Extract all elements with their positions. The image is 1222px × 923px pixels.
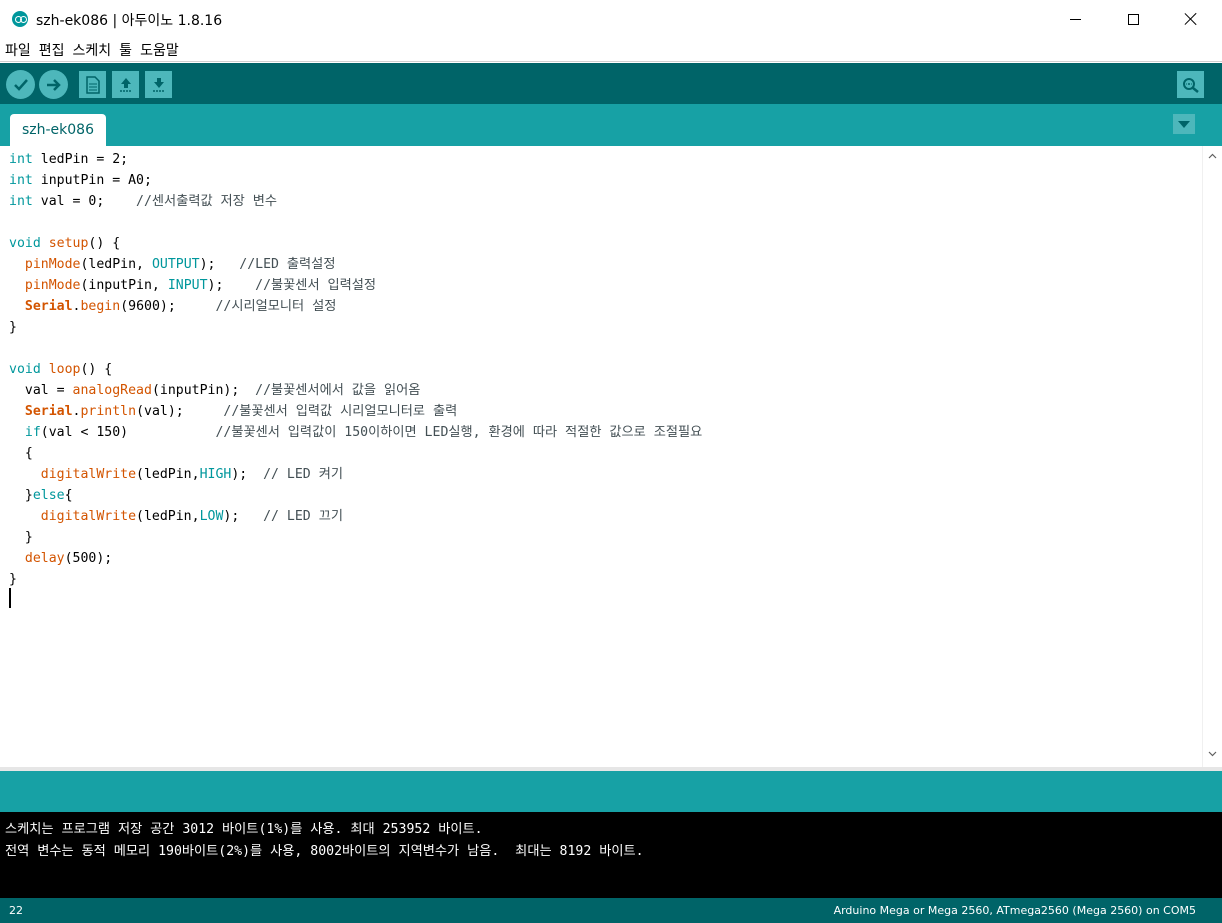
code-line: }else{ [9, 488, 73, 503]
new-button[interactable] [79, 71, 106, 98]
tab-menu-button[interactable] [1173, 114, 1195, 134]
code-line: int val = 0; //센서출력값 저장 변수 [9, 194, 277, 209]
vertical-scrollbar[interactable] [1202, 146, 1222, 767]
menu-help[interactable]: 도움말 [140, 40, 179, 60]
new-icon [85, 75, 100, 94]
code-line: val = analogRead(inputPin); //불꽃센서에서 값을 … [9, 383, 421, 398]
tab-bar: szh-ek086 [0, 104, 1222, 146]
console-line: 전역 변수는 동적 메모리 190바이트(2%)를 사용, 8002바이트의 지… [5, 844, 644, 859]
scroll-down-icon[interactable] [1208, 749, 1217, 758]
code-text: int ledPin = 2; int inputPin = A0; int val… [9, 149, 702, 590]
menu-edit[interactable]: 편집 [39, 40, 65, 60]
maximize-icon [1127, 13, 1139, 25]
code-line: } [9, 530, 33, 545]
line-number: 22 [9, 904, 23, 917]
console-line: 스케치는 프로그램 저장 공간 3012 바이트(1%)를 사용. 최대 253… [5, 822, 483, 837]
code-editor[interactable]: int ledPin = 2; int inputPin = A0; int val… [0, 146, 1202, 767]
code-line: int ledPin = 2; [9, 152, 129, 167]
toolbar [0, 63, 1222, 104]
save-icon [152, 77, 165, 92]
status-bar: 22 Arduino Mega or Mega 2560, ATmega2560… [0, 898, 1222, 923]
verify-icon [13, 78, 28, 91]
close-button[interactable] [1162, 0, 1220, 38]
minimize-button[interactable] [1046, 0, 1104, 38]
window-title: szh-ek086 | 아두이노 1.8.16 [36, 13, 223, 29]
code-line: void loop() { [9, 362, 113, 377]
code-line: } [9, 572, 17, 587]
maximize-button[interactable] [1104, 0, 1162, 38]
console-output: 스케치는 프로그램 저장 공간 3012 바이트(1%)를 사용. 최대 253… [0, 812, 1222, 898]
menu-bar: 파일 편집 스케치 툴 도움말 [0, 38, 1222, 62]
code-line: void setup() { [9, 236, 121, 251]
save-button[interactable] [145, 71, 172, 98]
chevron-down-icon [1178, 120, 1190, 128]
menu-file[interactable]: 파일 [5, 40, 31, 60]
upload-button[interactable] [39, 70, 68, 99]
code-line: } [9, 320, 17, 335]
minimize-icon [1069, 18, 1081, 20]
message-bar [0, 767, 1222, 812]
verify-button[interactable] [6, 70, 35, 99]
code-line: int inputPin = A0; [9, 173, 152, 188]
serial-monitor-icon [1182, 77, 1199, 93]
arduino-logo-icon [12, 11, 28, 27]
menu-tools[interactable]: 툴 [119, 40, 132, 60]
close-icon [1184, 12, 1198, 26]
serial-monitor-button[interactable] [1177, 71, 1204, 98]
board-info: Arduino Mega or Mega 2560, ATmega2560 (M… [833, 904, 1196, 917]
code-line: pinMode(inputPin, INPUT); //불꽃센서 입력설정 [24, 278, 377, 293]
code-line: delay(500); [24, 551, 113, 566]
menu-sketch[interactable]: 스케치 [73, 40, 112, 60]
code-line: if(val < 150) //불꽃센서 입력값이 150이하이면 LED실행,… [24, 425, 703, 440]
title-bar: szh-ek086 | 아두이노 1.8.16 [0, 0, 1222, 38]
open-button[interactable] [112, 71, 139, 98]
code-line: digitalWrite(ledPin,HIGH); // LED 켜기 [40, 467, 343, 482]
upload-icon [46, 78, 61, 91]
code-line: Serial.begin(9600); //시리얼모니터 설정 [24, 299, 337, 314]
text-cursor [9, 588, 11, 608]
scroll-up-icon[interactable] [1208, 152, 1217, 161]
open-icon [119, 77, 132, 92]
code-line: digitalWrite(ledPin,LOW); // LED 끄기 [40, 509, 343, 524]
code-line: { [9, 446, 33, 461]
tab-sketch[interactable]: szh-ek086 [10, 114, 106, 146]
code-line: pinMode(ledPin, OUTPUT); //LED 출력설정 [24, 257, 336, 272]
code-line: Serial.println(val); //불꽃센서 입력값 시리얼모니터로 … [24, 404, 458, 419]
